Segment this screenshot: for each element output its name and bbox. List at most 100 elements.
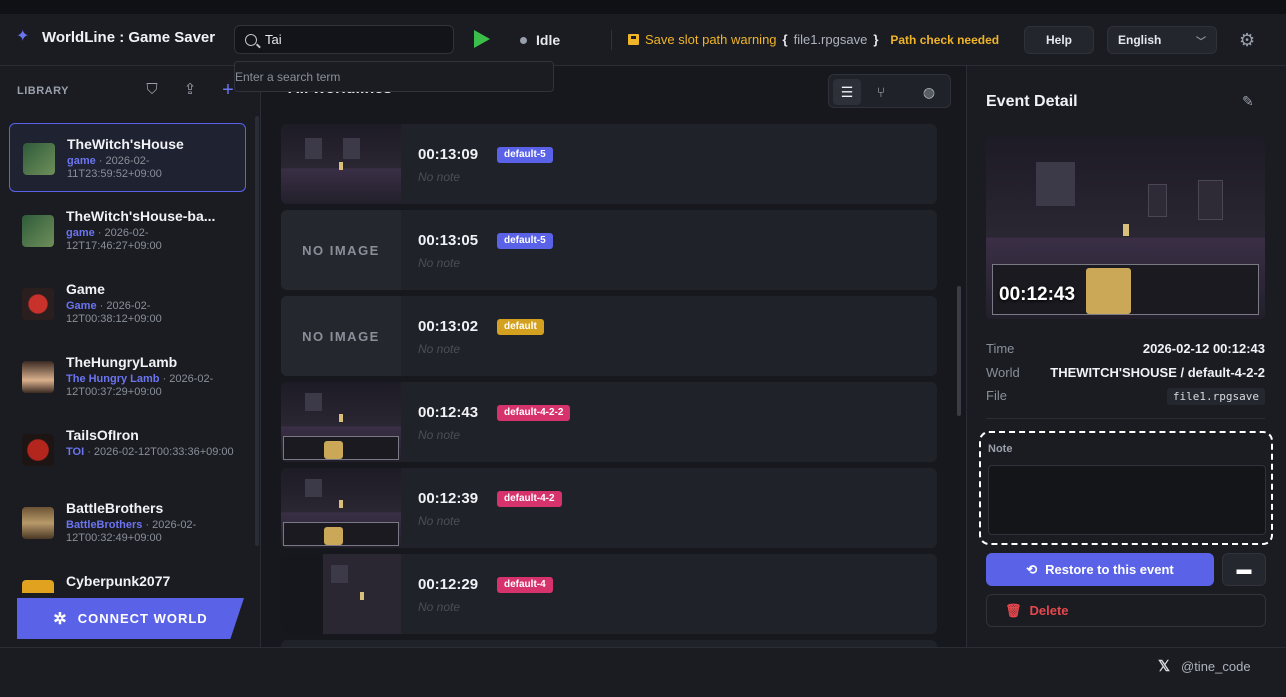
footer: 𝕏 @tine_code xyxy=(0,647,1286,697)
event-row[interactable]: NO IMAGE 00:13:02 default No note xyxy=(281,296,937,376)
events-scrollbar[interactable] xyxy=(957,286,961,416)
globe-icon[interactable]: ◍ xyxy=(915,79,943,105)
time-label: Time xyxy=(986,341,1015,356)
search-value[interactable]: Tai xyxy=(265,32,282,47)
game-name: TheWitch'sHouse-ba... xyxy=(66,208,216,224)
warning-file: file1.rpgsave xyxy=(793,32,868,47)
file-value: file1.rpgsave xyxy=(1166,388,1265,405)
game-meta: Game · 2026-02-12T00:38:12+09:00 xyxy=(66,300,162,325)
event-list-panel: All worldlines ☰ ⑂ ◍ 00:13:09 default-5 … xyxy=(262,66,965,647)
worldline-badge: default xyxy=(497,319,544,335)
game-name: TheWitch'sHouse xyxy=(67,136,184,152)
play-button[interactable] xyxy=(474,30,490,48)
game-meta: TOI · 2026-02-12T00:33:36+09:00 xyxy=(66,446,234,458)
language-value: English xyxy=(1118,33,1162,47)
connect-icon: ✲ xyxy=(53,610,68,628)
no-image-placeholder: NO IMAGE xyxy=(281,210,401,290)
app-window: ✦ WorldLine : Game Saver Tai Idle Save s… xyxy=(0,0,1286,697)
game-name: Game xyxy=(66,281,105,297)
screenshot-time: 00:12:43 xyxy=(999,284,1076,305)
brand: ✦ WorldLine : Game Saver xyxy=(16,28,215,46)
event-row[interactable] xyxy=(281,640,937,647)
event-row[interactable]: NO IMAGE 00:13:05 default-5 No note xyxy=(281,210,937,290)
restore-button[interactable]: ⟲ Restore to this event xyxy=(986,553,1214,586)
search-input[interactable]: Tai xyxy=(234,25,454,54)
save-icon xyxy=(628,34,639,45)
folder-icon[interactable]: ▬ xyxy=(1222,553,1266,586)
time-row: Time 2026-02-12 00:12:43 xyxy=(986,341,1265,356)
event-row[interactable]: 00:12:43 default-4-2-2 No note xyxy=(281,382,937,462)
trash-icon: 🗑 xyxy=(1005,602,1022,618)
event-note: No note xyxy=(418,342,461,356)
event-thumbnail xyxy=(281,554,401,634)
game-thumbnail xyxy=(22,288,54,320)
sidebar-scrollbar[interactable] xyxy=(255,116,259,546)
event-note: No note xyxy=(418,170,461,184)
delete-button[interactable]: 🗑 Delete xyxy=(986,594,1266,627)
app-title: WorldLine : Game Saver xyxy=(42,28,216,46)
event-row[interactable]: 00:12:39 default-4-2 No note xyxy=(281,468,937,548)
game-thumbnail xyxy=(22,215,54,247)
sidebar: LIBRARY ⛉ ⇪ + TheWitch'sHouse game · 202… xyxy=(0,66,261,647)
game-item[interactable]: BattleBrothers BattleBrothers · 2026-02-… xyxy=(9,488,246,557)
delete-label: Delete xyxy=(1029,603,1069,618)
event-time: 00:12:39 xyxy=(418,490,479,507)
game-item[interactable]: TheWitch'sHouse game · 2026-02-11T23:59:… xyxy=(9,123,246,192)
game-name: Cyberpunk2077 xyxy=(66,573,171,589)
pencil-icon[interactable]: ✎ xyxy=(1242,93,1254,110)
game-item[interactable]: Cyberpunk2077 xyxy=(9,561,246,593)
file-label: File xyxy=(986,388,1007,403)
library-heading: LIBRARY xyxy=(17,85,69,97)
language-select[interactable]: English ﹀ xyxy=(1107,26,1217,54)
worldline-logo-icon: ✦ xyxy=(16,28,30,45)
chevron-down-icon: ﹀ xyxy=(1196,36,1206,48)
search-suggestions[interactable]: Enter a search term xyxy=(234,61,554,92)
restore-label: Restore to this event xyxy=(1045,562,1174,577)
filter-icon[interactable]: ⛉ xyxy=(144,82,160,98)
worldline-badge: default-4-2-2 xyxy=(497,405,571,421)
search-placeholder: Enter a search term xyxy=(235,70,341,84)
connect-world-button[interactable]: ✲ CONNECT WORLD xyxy=(17,598,244,639)
event-detail-panel: Event Detail ✎ 00:12:43 Time 2026-02-12 … xyxy=(966,66,1286,647)
detail-title: Event Detail xyxy=(986,93,1078,110)
game-meta: BattleBrothers · 2026-02-12T00:32:49+09:… xyxy=(66,519,197,544)
save-slot-warning: Save slot path warning { file1.rpgsave }… xyxy=(628,32,999,47)
event-thumbnail xyxy=(281,468,401,548)
divider xyxy=(611,30,612,50)
warning-label: Save slot path warning xyxy=(645,32,777,47)
game-item[interactable]: TheHungryLamb The Hungry Lamb · 2026-02-… xyxy=(9,342,246,411)
branch-view-icon[interactable]: ⑂ xyxy=(867,79,895,105)
upload-icon[interactable]: ⇪ xyxy=(182,82,198,98)
game-thumbnail xyxy=(22,507,54,539)
game-item[interactable]: TheWitch'sHouse-ba... game · 2026-02-12T… xyxy=(9,196,246,265)
author-handle[interactable]: @tine_code xyxy=(1181,659,1251,674)
x-logo-icon: 𝕏 xyxy=(1158,658,1171,675)
game-item[interactable]: Game Game · 2026-02-12T00:38:12+09:00 xyxy=(9,269,246,338)
list-view-icon[interactable]: ☰ xyxy=(833,79,861,105)
event-time: 00:12:43 xyxy=(418,404,479,421)
event-time: 00:13:09 xyxy=(418,146,479,163)
game-item[interactable]: TailsOfIron TOI · 2026-02-12T00:33:36+09… xyxy=(9,415,246,484)
game-name: TailsOfIron xyxy=(66,427,139,443)
gear-icon[interactable]: ⚙ xyxy=(1239,31,1257,49)
connect-label: CONNECT WORLD xyxy=(77,611,208,626)
worldline-badge: default-5 xyxy=(497,233,553,249)
warning-hint: Path check needed xyxy=(890,32,1000,47)
event-time: 00:13:02 xyxy=(418,318,479,335)
event-time: 00:12:29 xyxy=(418,576,479,593)
game-thumbnail xyxy=(22,361,54,393)
event-thumbnail xyxy=(281,124,401,204)
world-value: THEWITCH'SHOUSE / default-4-2-2 xyxy=(1050,365,1265,380)
brace-open: { xyxy=(782,32,788,47)
event-row[interactable]: 00:12:29 default-4 No note xyxy=(281,554,937,634)
search-icon xyxy=(245,33,257,46)
note-textarea[interactable] xyxy=(988,465,1266,535)
top-bar: ✦ WorldLine : Game Saver Tai Idle Save s… xyxy=(0,0,1286,66)
help-button[interactable]: Help xyxy=(1024,26,1094,54)
game-thumbnail xyxy=(23,143,55,175)
event-row[interactable]: 00:13:09 default-5 No note xyxy=(281,124,937,204)
event-note: No note xyxy=(418,514,461,528)
worldline-badge: default-4-2 xyxy=(497,491,562,507)
world-label: World xyxy=(986,365,1020,380)
worldline-badge: default-4 xyxy=(497,577,553,593)
